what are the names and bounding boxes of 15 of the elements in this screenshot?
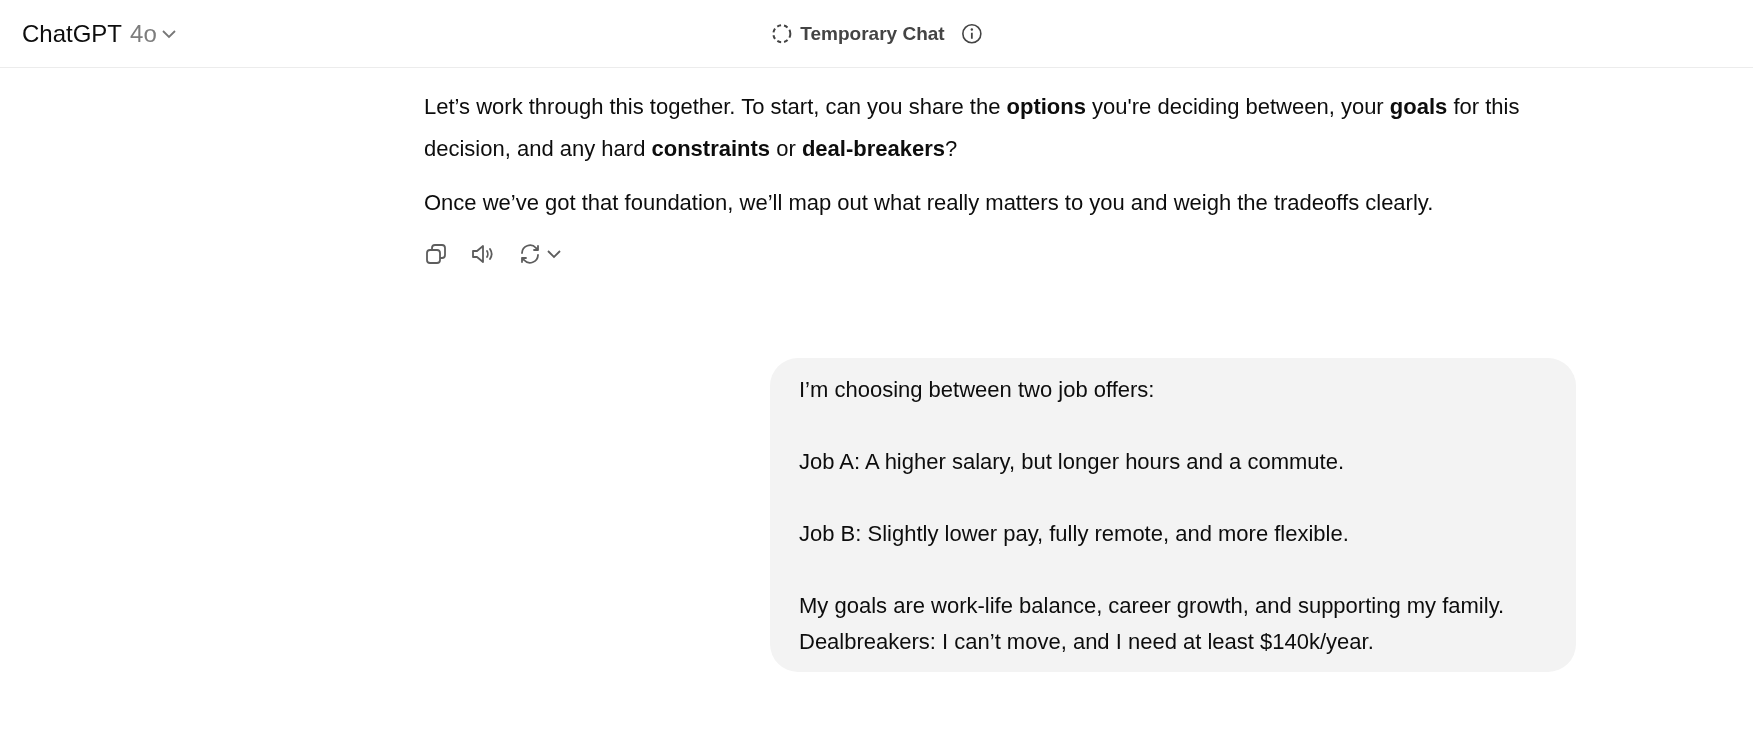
temporary-chat-label: Temporary Chat (800, 21, 945, 46)
copy-button[interactable] (424, 242, 448, 266)
copy-icon (424, 242, 448, 266)
chevron-down-icon (160, 28, 177, 39)
chevron-down-icon (546, 249, 562, 259)
speaker-icon (470, 242, 496, 266)
refresh-icon (518, 242, 542, 266)
assistant-paragraph: Let’s work through this together. To start, can you share the options you're deciding between, your goals for this decision, and any hard constraints or deal-breakers? (424, 93, 1521, 163)
app-title: ChatGPT (22, 18, 123, 49)
speaker-button[interactable] (470, 242, 496, 266)
user-message-text: I’m choosing between two job offers: Job A: A higher salary, but longer hours and a commute. Job B: Slightly lower pay, fully remote, and more flexible. My goals are work-life balance, career growth, and supporting my family. Dealbreakers: I can’t move, and I need at least $140k/year. (799, 376, 1506, 656)
dashed-circle-icon (770, 22, 793, 45)
refresh-button[interactable] (518, 242, 562, 266)
assistant-paragraph: Once we’ve got that foundation, we’ll map out what really matters to you and weigh the tradeoffs clearly. (424, 189, 1435, 217)
info-icon[interactable] (960, 22, 983, 45)
